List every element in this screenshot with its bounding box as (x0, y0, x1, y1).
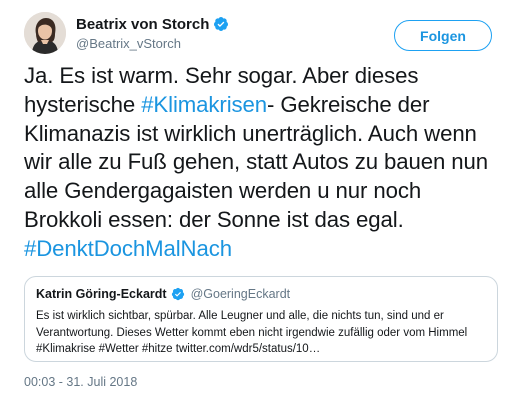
quoted-tweet-header: Katrin Göring-Eckardt @GoeringEckardt (36, 287, 290, 301)
hashtag-link-denktdochmalnach[interactable]: #DenktDochMalNach (24, 236, 232, 261)
author-handle[interactable]: @Beatrix_vStorch (76, 36, 229, 51)
author-display-row: Beatrix von Storch (76, 14, 229, 34)
author-display-name[interactable]: Beatrix von Storch (76, 16, 209, 33)
avatar-image (24, 12, 66, 54)
author-names: Beatrix von Storch @Beatrix_vStorch (76, 14, 229, 51)
quoted-verified-badge-icon (171, 287, 185, 301)
hashtag-link-klimakrisen[interactable]: #Klimakrisen (141, 92, 267, 117)
verified-badge-icon (213, 16, 229, 32)
author-avatar[interactable] (24, 12, 66, 54)
tweet-header: Beatrix von Storch @Beatrix_vStorch Folg… (24, 12, 492, 56)
quoted-author-name: Katrin Göring-Eckardt (36, 287, 167, 301)
quoted-author-handle: @GoeringEckardt (190, 287, 291, 301)
quoted-tweet-card[interactable]: Katrin Göring-Eckardt @GoeringEckardt Es… (24, 276, 498, 362)
tweet-timestamp[interactable]: 00:03 - 31. Juli 2018 (24, 375, 137, 389)
follow-button[interactable]: Folgen (394, 20, 492, 51)
quoted-tweet-text: Es ist wirklich sichtbar, spürbar. Alle … (36, 310, 468, 355)
tweet-text: Ja. Es ist warm. Sehr sogar. Aber dieses… (24, 62, 494, 264)
